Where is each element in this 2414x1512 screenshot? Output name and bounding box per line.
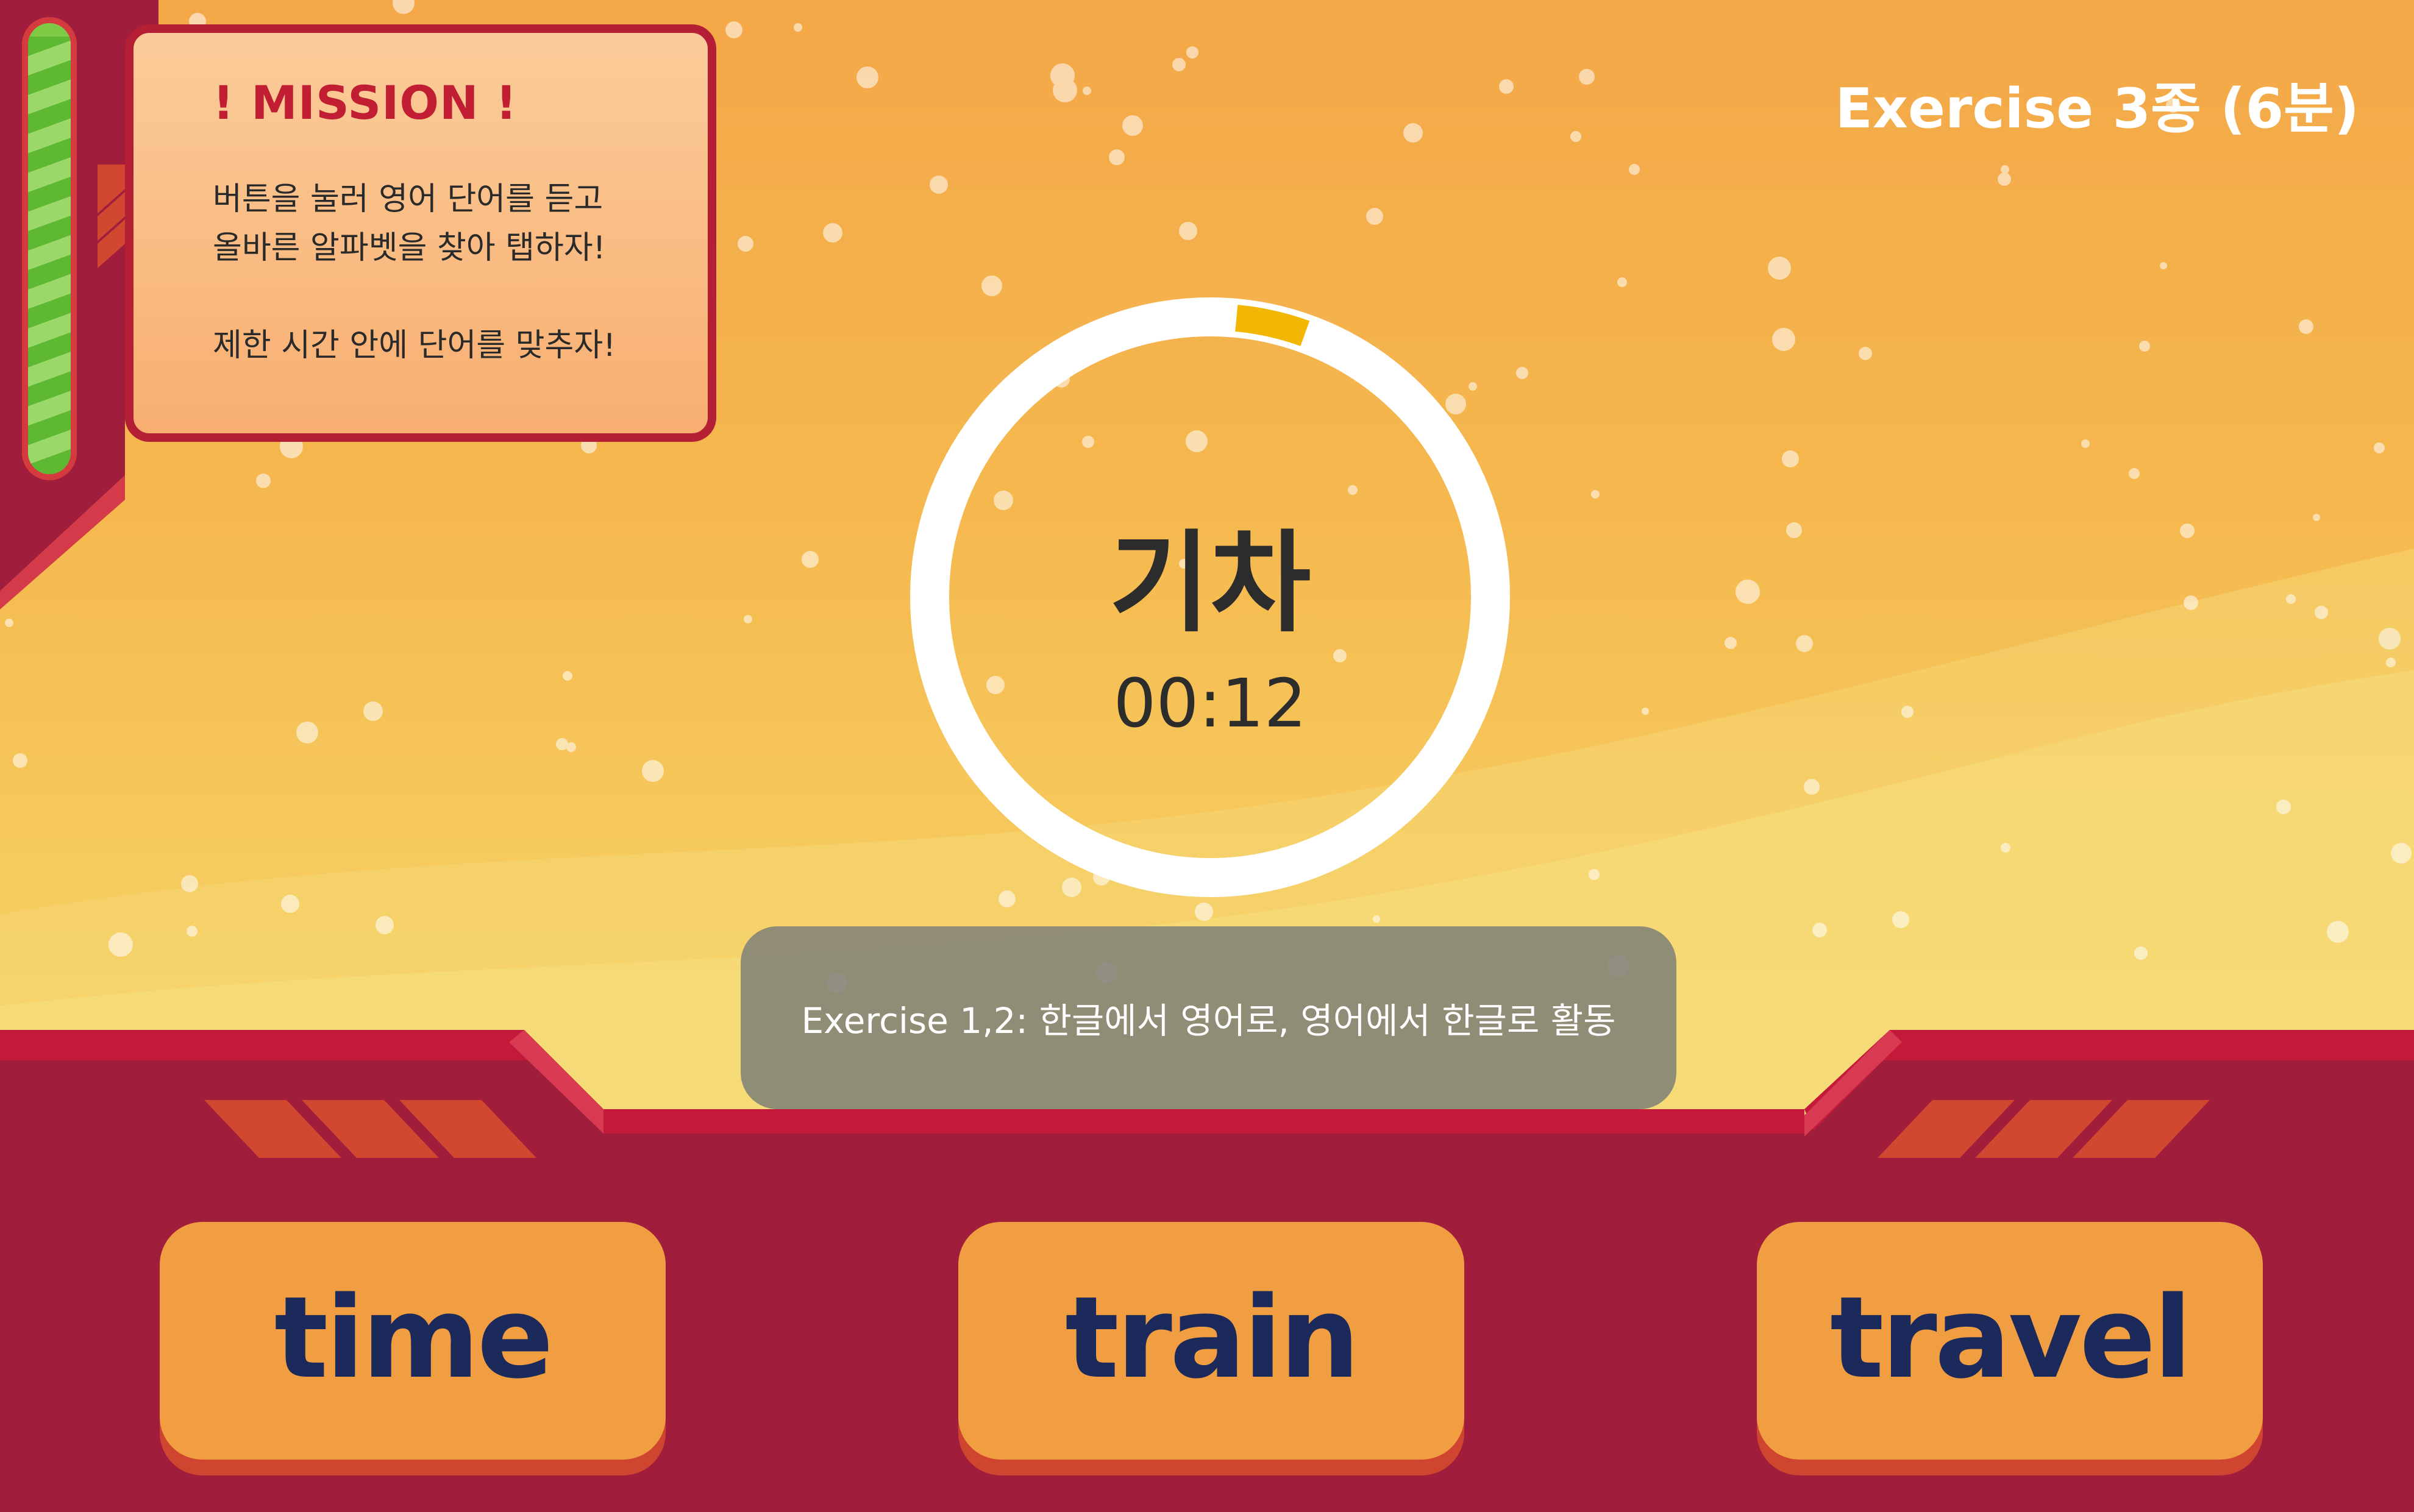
answer-button-time[interactable]: time bbox=[160, 1222, 666, 1460]
sparkle-dot bbox=[393, 0, 415, 14]
sparkle-dot bbox=[1812, 923, 1827, 937]
sparkle-dot bbox=[363, 701, 383, 721]
sparkle-dot bbox=[2286, 594, 2296, 604]
sparkle-dot bbox=[281, 895, 299, 913]
sparkle-dot bbox=[1516, 367, 1528, 379]
sparkle-dot bbox=[1782, 450, 1799, 467]
answer-label: train bbox=[1065, 1272, 1360, 1404]
sparkle-dot bbox=[1579, 69, 1595, 85]
mission-panel: ! MISSION ! 버튼을 눌러 영어 단어를 듣고 올바른 알파벳을 찾아… bbox=[125, 24, 716, 442]
sparkle-dot bbox=[181, 875, 198, 892]
sparkle-dot bbox=[2184, 595, 2198, 610]
answer-button-train[interactable]: train bbox=[958, 1222, 1464, 1460]
sparkle-dot bbox=[1499, 79, 1514, 94]
sparkle-dot bbox=[1892, 911, 1909, 928]
sparkle-dot bbox=[2134, 946, 2148, 960]
sparkle-dot bbox=[1772, 328, 1795, 351]
answer-button-travel[interactable]: travel bbox=[1757, 1222, 2263, 1460]
sparkle-dot bbox=[256, 474, 271, 488]
sparkle-dot bbox=[2081, 439, 2090, 448]
game-stage: ! MISSION ! 버튼을 눌러 영어 단어를 듣고 올바른 알파벳을 찾아… bbox=[0, 0, 2414, 1512]
sparkle-dot bbox=[2160, 262, 2167, 269]
sparkle-dot bbox=[2379, 628, 2401, 650]
sparkle-dot bbox=[1768, 257, 1791, 280]
sparkle-dot bbox=[2276, 800, 2291, 814]
sparkle-dot bbox=[642, 760, 664, 782]
sparkle-dot bbox=[1403, 123, 1423, 143]
sparkle-dot bbox=[794, 23, 802, 32]
sparkle-dot bbox=[1786, 522, 1802, 538]
sparkle-dot bbox=[1179, 222, 1197, 240]
sparkle-dot bbox=[1617, 277, 1627, 287]
sparkle-dot bbox=[1186, 46, 1198, 59]
sparkle-dot bbox=[1642, 708, 1649, 715]
progress-bar-fill bbox=[28, 37, 71, 474]
tooltip-text: Exercise 1,2: 한글에서 영어로, 영어에서 한글로 활동 bbox=[801, 1000, 1616, 1042]
sparkle-dot bbox=[1796, 635, 1813, 652]
sparkle-dot bbox=[1570, 131, 1581, 142]
sparkle-dot bbox=[2315, 606, 2328, 619]
sparkle-dot bbox=[187, 926, 198, 937]
sparkle-dot bbox=[563, 671, 572, 681]
sparkle-dot bbox=[5, 619, 13, 627]
sparkle-dot bbox=[1366, 208, 1383, 225]
sparkle-dot bbox=[1591, 490, 1600, 499]
sparkle-dot bbox=[1859, 347, 1872, 360]
sparkle-dot bbox=[2313, 514, 2320, 521]
prompt-word: 기차 bbox=[1109, 520, 1311, 647]
tooltip-bubble: Exercise 1,2: 한글에서 영어로, 영어에서 한글로 활동 bbox=[741, 926, 1676, 1109]
sparkle-dot bbox=[2001, 843, 2010, 853]
mission-line-2: 올바른 알파벳을 찾아 탭하자! bbox=[213, 230, 606, 266]
sparkle-dot bbox=[1109, 149, 1125, 165]
sparkle-dot bbox=[1998, 172, 2011, 186]
mission-line-1: 버튼을 눌러 영어 단어를 듣고 bbox=[213, 181, 604, 218]
sparkle-dot bbox=[1172, 58, 1186, 71]
sparkle-dot bbox=[1122, 115, 1143, 136]
sparkle-dot bbox=[738, 236, 753, 252]
sparkle-dot bbox=[1901, 706, 1914, 718]
answer-label: time bbox=[274, 1272, 554, 1404]
sparkle-dot bbox=[823, 223, 842, 243]
sparkle-dot bbox=[2391, 843, 2412, 864]
sparkle-dot bbox=[556, 738, 568, 750]
sparkle-dot bbox=[2139, 341, 2150, 352]
sparkle-dot bbox=[1629, 164, 1640, 175]
mission-line-3: 제한 시간 안에 단어를 맞추자! bbox=[213, 327, 616, 364]
sparkle-dot bbox=[376, 916, 394, 934]
sparkle-dot bbox=[1373, 915, 1380, 923]
sparkle-dot bbox=[2327, 921, 2349, 943]
sparkle-dot bbox=[2001, 165, 2009, 174]
timer-readout: 00:12 bbox=[1113, 664, 1307, 742]
sparkle-dot bbox=[296, 722, 318, 744]
sparkle-dot bbox=[1195, 903, 1213, 921]
sparkle-dot bbox=[1083, 87, 1091, 95]
sparkle-dot bbox=[1804, 779, 1820, 795]
sparkle-dot bbox=[13, 753, 27, 768]
exercise-title: Exercise 3종 (6분) bbox=[1835, 77, 2359, 141]
sparkle-dot bbox=[725, 21, 742, 38]
sparkle-dot bbox=[1050, 63, 1075, 88]
sparkle-dot bbox=[109, 932, 133, 957]
sparkle-dot bbox=[2129, 468, 2140, 479]
sparkle-dot bbox=[802, 551, 819, 568]
sparkle-dot bbox=[744, 615, 752, 623]
sparkle-dot bbox=[2180, 524, 2195, 538]
sparkle-dot bbox=[2386, 658, 2396, 667]
mission-title: ! MISSION ! bbox=[213, 76, 518, 130]
sparkle-dot bbox=[1589, 869, 1600, 880]
sparkle-dot bbox=[930, 176, 948, 194]
sparkle-dot bbox=[1725, 637, 1737, 649]
sparkle-dot bbox=[1736, 580, 1760, 604]
sparkle-dot bbox=[856, 66, 878, 88]
answer-label: travel bbox=[1830, 1272, 2192, 1404]
progress-bar bbox=[22, 17, 77, 480]
sparkle-dot bbox=[2374, 442, 2385, 453]
sparkle-dot bbox=[981, 275, 1002, 296]
sparkle-dot bbox=[2299, 319, 2313, 334]
